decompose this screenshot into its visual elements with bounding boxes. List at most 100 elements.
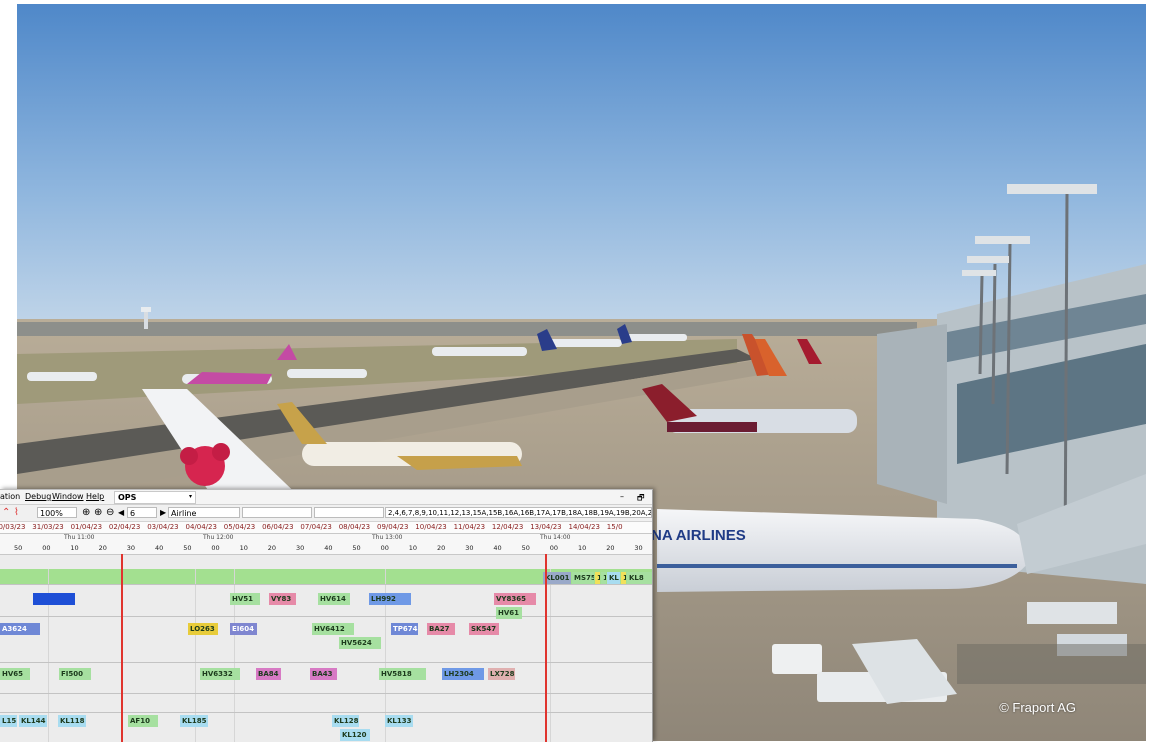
group-by-select[interactable]: Airline <box>168 507 240 518</box>
hour-label: Thu 14:00 <box>540 534 571 541</box>
china-airlines-fuselage <box>657 509 1029 592</box>
date-tab[interactable]: 04/04/23 <box>186 523 217 531</box>
flight-bar[interactable]: SK547 <box>469 623 499 635</box>
sky <box>17 4 1146 344</box>
date-tab[interactable]: 08/04/23 <box>339 523 370 531</box>
date-tab[interactable]: 02/04/23 <box>109 523 140 531</box>
nav-input[interactable]: 6 <box>127 507 157 518</box>
date-tab[interactable]: 31/03/23 <box>32 523 63 531</box>
grid-line <box>48 617 49 662</box>
flight-bar[interactable]: KL185 <box>180 715 208 727</box>
flight-bar[interactable]: FI500 <box>59 668 91 680</box>
flight-bar[interactable]: 1 <box>601 572 606 584</box>
grid-line <box>48 713 49 742</box>
flight-bar[interactable]: KL118 <box>58 715 86 727</box>
date-tab[interactable]: 14/04/23 <box>569 523 600 531</box>
flight-bar[interactable]: HV61 <box>496 607 522 619</box>
flight-bar[interactable]: VY8365 <box>494 593 536 605</box>
minute-label: 00 <box>211 544 220 552</box>
minute-label: 00 <box>549 544 559 552</box>
flight-bar[interactable]: 1 <box>595 572 600 584</box>
flight-bar[interactable]: KL128 <box>332 715 359 727</box>
date-tab[interactable]: 30/03/23 <box>0 523 25 531</box>
flight-bar[interactable]: BA84 <box>256 668 281 680</box>
chevron-down-icon: ▾ <box>188 493 192 500</box>
minute-label: 10 <box>239 544 248 552</box>
flight-bar[interactable]: HV6332 <box>200 668 240 680</box>
flight-bar[interactable]: VY83 <box>269 593 296 605</box>
menu-item-application[interactable]: ation <box>0 492 20 501</box>
flight-bar[interactable]: BA27 <box>427 623 455 635</box>
grid-line <box>550 585 551 616</box>
grid-line <box>550 663 551 693</box>
flight-bar[interactable]: MS75 <box>572 572 594 584</box>
flight-bar[interactable]: HV65 <box>0 668 30 680</box>
zoom-out-icon[interactable]: ⊖ <box>106 507 114 518</box>
date-tab[interactable]: 12/04/23 <box>492 523 523 531</box>
flight-bar[interactable]: KL001 <box>543 572 571 584</box>
flight-bar[interactable]: LX728 <box>488 668 515 680</box>
date-tab[interactable]: 06/04/23 <box>262 523 293 531</box>
zoom-fit-icon[interactable]: ⊕ <box>82 507 90 518</box>
line-chart-icon[interactable]: ⌇ <box>14 507 19 518</box>
minute-label: 40 <box>155 544 164 552</box>
flight-bar[interactable]: 1 <box>621 572 626 584</box>
flight-bar[interactable]: KL133 <box>385 715 413 727</box>
date-tab[interactable]: 01/04/23 <box>71 523 102 531</box>
flight-bar[interactable]: HV5818 <box>379 668 426 680</box>
time-marker-line <box>121 554 123 742</box>
grid-line <box>550 694 551 712</box>
menu-item-help[interactable]: Help <box>86 492 104 501</box>
flight-bar[interactable]: KL <box>607 572 620 584</box>
chart-up-icon[interactable]: ⌃ <box>2 507 10 518</box>
filter-select-2[interactable] <box>314 507 384 518</box>
flight-bar[interactable]: HV614 <box>318 593 350 605</box>
grid-line <box>48 694 49 712</box>
flight-bar[interactable]: LH2304 <box>442 668 484 680</box>
minimize-button[interactable]: – <box>620 492 624 501</box>
flight-bar[interactable]: BA43 <box>310 668 337 680</box>
flight-bar[interactable]: L151 <box>0 715 17 727</box>
date-tab[interactable]: 15/0 <box>607 523 623 531</box>
restore-button[interactable]: 🗗 <box>637 492 645 506</box>
flight-bar[interactable]: KL8 <box>627 572 652 584</box>
stand-list-field[interactable]: 2,4,6,7,8,9,10,11,12,13,15A,15B,16A,16B,… <box>385 507 652 518</box>
date-tab[interactable]: 11/04/23 <box>454 523 485 531</box>
zoom-select[interactable]: 100% <box>37 507 77 518</box>
zoom-in-icon[interactable]: ⊕ <box>94 507 102 518</box>
time-marker-line <box>545 554 547 742</box>
flight-bar[interactable]: KL144 <box>19 715 47 727</box>
flight-bar[interactable]: A3624 <box>0 623 40 635</box>
grid-line <box>550 713 551 742</box>
grid-line <box>234 713 235 742</box>
flight-bar[interactable]: HV5624 <box>339 637 381 649</box>
date-tab[interactable]: 05/04/23 <box>224 523 255 531</box>
minute-label: 30 <box>296 544 305 552</box>
minute-label: 40 <box>493 544 502 552</box>
minute-label: 50 <box>14 544 23 552</box>
date-tab[interactable]: 13/04/23 <box>530 523 561 531</box>
zoom-value: 100% <box>40 509 63 518</box>
minute-label: 50 <box>183 544 192 552</box>
next-icon[interactable]: ▶ <box>160 507 166 518</box>
date-tab[interactable]: 09/04/23 <box>377 523 408 531</box>
flight-bar[interactable]: KL120 <box>340 729 370 741</box>
flight-bar[interactable] <box>33 593 75 605</box>
menu-item-window[interactable]: Window <box>52 492 84 501</box>
date-strip: 30/03/23 31/03/23 01/04/23 02/04/23 03/04/23… <box>0 522 652 534</box>
flight-bar[interactable]: AF10 <box>128 715 158 727</box>
flight-bar[interactable]: LO263 <box>188 623 218 635</box>
prev-icon[interactable]: ◀ <box>118 507 124 518</box>
filter-select-1[interactable] <box>242 507 312 518</box>
date-tab[interactable]: 07/04/23 <box>300 523 331 531</box>
ops-select[interactable]: OPS ▾ <box>114 491 196 504</box>
flight-bar[interactable]: HV6412 <box>312 623 354 635</box>
date-tab[interactable]: 03/04/23 <box>147 523 178 531</box>
menu-item-debug[interactable]: Debug <box>25 492 51 501</box>
date-tab[interactable]: 10/04/23 <box>415 523 446 531</box>
flight-bar[interactable]: TP674 <box>391 623 418 635</box>
flight-bar[interactable]: EI604 <box>230 623 257 635</box>
stand-row-6 <box>0 713 652 742</box>
flight-bar[interactable]: HV51 <box>230 593 260 605</box>
flight-bar[interactable]: LH992 <box>369 593 411 605</box>
